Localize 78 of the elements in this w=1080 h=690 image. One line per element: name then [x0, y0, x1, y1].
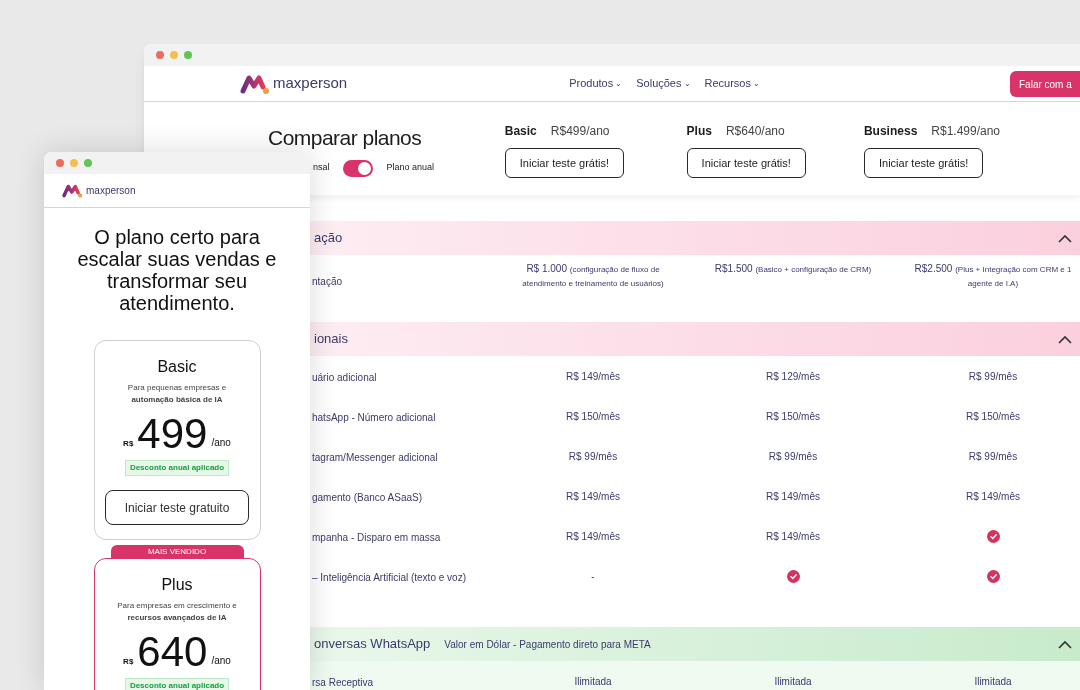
table-cell: R$ 129/mês	[766, 369, 820, 383]
feature-label: – Inteligência Artificial (texto e voz)	[312, 572, 466, 583]
logo-icon	[240, 72, 270, 95]
feature-label: rsa Receptiva	[312, 677, 374, 688]
logo-icon	[62, 182, 83, 199]
feature-label: tagram/Messenger adicional	[312, 452, 438, 463]
table-cell: Ilimitada	[574, 674, 612, 688]
currency-label: R$	[123, 656, 134, 668]
feature-label: hatsApp - Número adicional	[312, 412, 436, 423]
plan-name: Basic	[504, 123, 537, 140]
check-icon	[986, 569, 1000, 583]
table-cell: -	[591, 569, 595, 583]
plan-name: Plus	[161, 575, 193, 595]
headline: O plano certo para escalar suas vendas e transformar seu atendimento.	[76, 226, 278, 314]
table-cell: R$ 150/mês	[566, 409, 620, 423]
billing-option-label: Plano anual	[386, 161, 435, 175]
logo-text: maxperson	[86, 184, 136, 198]
plan-price: R$1.499/ano	[931, 123, 1001, 140]
section-header[interactable]: ionais	[310, 322, 1080, 356]
start-trial-button[interactable]: Iniciar teste grátis!	[863, 148, 984, 178]
plan-description: Para empresas em crescimento e recursos avançados de IA	[116, 600, 238, 624]
table-cell: R$ 99/mês	[768, 449, 818, 463]
table-cell-text: R$2.500 (Plus + Integração com CRM e 1 agente de I.A)	[913, 262, 1073, 290]
table-cell: R$ 99/mês	[968, 369, 1018, 383]
table-cell: R$ 149/mês	[766, 489, 820, 503]
table-cell: R$ 149/mês	[966, 489, 1020, 503]
table-cell: Ilimitada	[774, 674, 812, 688]
start-trial-button[interactable]: Iniciar teste gratuito	[105, 490, 249, 525]
plan-description: Para pequenas empresas e automação básica de IA	[126, 382, 228, 406]
feature-label: gamento (Banco ASaaS)	[312, 492, 423, 503]
discount-badge: Desconto anual aplicado	[124, 460, 230, 476]
section-subtitle: Valor em Dólar - Pagamento direto para META	[444, 637, 651, 652]
billing-toggle[interactable]	[342, 159, 373, 177]
table-cell-text: R$ 1.000 (configuração de fluxo de atendimento e treinamento de usuários)	[521, 262, 665, 290]
nav-menu-item[interactable]: Recursos ⌄	[704, 75, 760, 92]
feature-label: uário adicional	[312, 372, 377, 383]
plan-price: 640	[137, 632, 208, 672]
table-cell: Ilimitada	[974, 674, 1012, 688]
feature-label: mpanha - Disparo em massa	[312, 532, 441, 543]
discount-badge: Desconto anual aplicado	[124, 678, 230, 690]
table-cell: R$ 149/mês	[566, 369, 620, 383]
table-cell: R$1.500 (Basico + configuração de CRM)	[714, 262, 872, 276]
section-title: onversas WhatsApp	[314, 635, 431, 654]
plan-name: Business	[863, 123, 918, 140]
logo-text: maxperson	[273, 73, 348, 94]
section-title: ionais	[314, 330, 348, 349]
table-cell: R$ 150/mês	[766, 409, 820, 423]
chevron-up-icon	[1058, 639, 1072, 649]
contact-button[interactable]: Falar com a	[1010, 71, 1080, 97]
feature-label: ntação	[312, 276, 343, 287]
check-icon	[986, 529, 1000, 543]
plan-name: Plus	[686, 123, 712, 140]
currency-label: R$	[123, 438, 134, 450]
price-period: /ano	[211, 654, 231, 668]
plan-price: 499	[137, 414, 208, 454]
start-trial-button[interactable]: Iniciar teste grátis!	[504, 148, 625, 178]
plan-price: R$499/ano	[550, 123, 610, 140]
table-cell: R$ 149/mês	[566, 529, 620, 543]
section-header[interactable]: onversas WhatsApp Valor em Dólar - Pagamento direto para META	[310, 627, 1080, 661]
plan-name: Basic	[157, 357, 197, 377]
chevron-up-icon	[1058, 334, 1072, 344]
start-trial-button[interactable]: Iniciar teste grátis!	[686, 148, 806, 178]
best-seller-badge: MAIS VENDIDO	[110, 545, 244, 558]
price-period: /ano	[211, 436, 231, 450]
table-cell: R$ 99/mês	[568, 449, 618, 463]
check-icon	[786, 569, 800, 583]
section-header[interactable]: ação	[310, 221, 1080, 255]
chevron-up-icon	[1058, 233, 1072, 243]
section-title: ação	[314, 229, 343, 248]
table-cell: R$ 150/mês	[966, 409, 1020, 423]
billing-option-label: nsal	[313, 161, 330, 175]
table-cell: R$ 149/mês	[766, 529, 820, 543]
plan-price: R$640/ano	[725, 123, 785, 140]
nav-menu-item[interactable]: Soluções ⌄	[636, 75, 691, 92]
table-cell: R$ 149/mês	[566, 489, 620, 503]
page-title: Comparar planos	[268, 125, 423, 151]
table-cell: R$ 99/mês	[968, 449, 1018, 463]
nav-menu-item[interactable]: Produtos ⌄	[569, 75, 623, 92]
